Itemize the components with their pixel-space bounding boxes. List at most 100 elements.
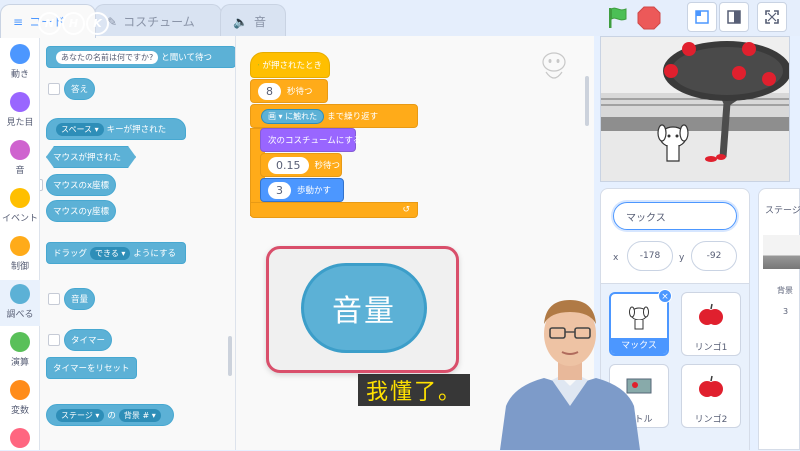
block-palette: あなたの名前は何ですか? と聞いて待つ 答え スペース ▾ キーが押された マウ… xyxy=(40,36,236,450)
timer-label: タイマー xyxy=(71,334,105,346)
operators-dot-icon xyxy=(10,332,30,352)
timer-checkbox[interactable] xyxy=(48,334,60,346)
when-flag-clicked-block[interactable]: が押されたとき xyxy=(250,52,330,78)
touching-block[interactable]: 画 ▾ に触れた xyxy=(261,109,324,124)
timer-block[interactable]: タイマー xyxy=(64,329,112,351)
sprite-tile-label: リンゴ2 xyxy=(682,412,740,425)
myblocks-dot-icon xyxy=(10,428,30,448)
apple-icon xyxy=(742,42,756,56)
next-costume-block[interactable]: 次のコスチュームにする xyxy=(260,128,356,152)
sprite-name-input[interactable]: マックス xyxy=(613,202,737,230)
sprite-ghost-icon xyxy=(536,48,572,88)
tab-costumes[interactable]: ✎ コスチューム xyxy=(94,4,222,38)
answer-block[interactable]: 答え xyxy=(64,78,95,100)
category-myblocks[interactable] xyxy=(0,428,40,451)
move-steps-input[interactable]: 3 xyxy=(268,182,291,199)
key-dropdown[interactable]: スペース ▾ xyxy=(56,123,104,136)
wait-short-block[interactable]: 0.15 秒待つ xyxy=(260,153,342,177)
mouse-y-block[interactable]: マウスのy座標 xyxy=(46,200,116,222)
mouse-y-label: マウスのy座標 xyxy=(53,205,109,217)
backdrop-count: 3 xyxy=(783,307,788,316)
wait-block[interactable]: 8 秒待つ xyxy=(250,79,328,103)
events-dot-icon xyxy=(10,188,30,208)
hat-label: が押されたとき xyxy=(262,59,322,71)
nhk-letter-h: H xyxy=(62,12,85,35)
backdrop-label: 背景 xyxy=(777,285,793,296)
category-variables[interactable]: 変数 xyxy=(0,380,40,416)
loudness-block[interactable]: 音量 xyxy=(64,288,95,310)
ask-and-wait-block[interactable]: あなたの名前は何ですか? と聞いて待つ xyxy=(46,46,236,68)
key-pressed-label: キーが押された xyxy=(107,123,167,135)
looks-dot-icon xyxy=(10,92,30,112)
drag-suffix-label: ようにする xyxy=(133,247,176,259)
apple-icon xyxy=(697,373,725,401)
presenter-image xyxy=(500,286,640,450)
stage-canvas[interactable] xyxy=(600,36,790,182)
y-label: y xyxy=(679,253,684,263)
stage-scene xyxy=(601,37,790,182)
sprite-tile-apple2[interactable]: リンゴ2 xyxy=(681,364,741,428)
category-label: 動き xyxy=(11,70,29,80)
reset-timer-block[interactable]: タイマーをリセット xyxy=(46,357,137,379)
category-label: 調べる xyxy=(6,310,33,320)
category-sound[interactable]: 音 xyxy=(0,140,40,176)
drag-mode-dropdown[interactable]: できる ▾ xyxy=(90,247,130,260)
sprite-tile-apple1[interactable]: リンゴ1 xyxy=(681,292,741,356)
ask-question-input[interactable]: あなたの名前は何ですか? xyxy=(56,51,158,64)
top-bar: ≡ コード ✎ コスチューム 🔈 音 N H K xyxy=(0,0,800,36)
category-events[interactable]: イベント xyxy=(0,188,40,224)
category-operators[interactable]: 演算 xyxy=(0,332,40,368)
apple-icon xyxy=(682,42,696,56)
green-flag-icon[interactable] xyxy=(604,5,630,31)
key-pressed-block[interactable]: スペース ▾ キーが押された xyxy=(46,118,186,140)
code-icon: ≡ xyxy=(13,15,23,29)
answer-checkbox[interactable] xyxy=(48,83,60,95)
delete-sprite-icon[interactable]: × xyxy=(658,289,672,303)
category-control[interactable]: 制御 xyxy=(0,236,40,272)
of-target-dropdown[interactable]: ステージ ▾ xyxy=(56,409,104,422)
wait-short-input[interactable]: 0.15 xyxy=(268,157,309,174)
category-label: 演算 xyxy=(11,358,29,368)
answer-label: 答え xyxy=(71,83,88,95)
normal-stage-button[interactable] xyxy=(719,2,749,32)
sound-dot-icon xyxy=(10,140,30,160)
script-scrollbar[interactable] xyxy=(585,76,589,126)
of-label: の xyxy=(107,409,116,421)
mouse-x-checkbox[interactable] xyxy=(40,179,43,191)
category-looks[interactable]: 見た目 xyxy=(0,92,40,128)
move-steps-block[interactable]: 3 歩動かす xyxy=(260,178,344,202)
y-position-input[interactable]: -92 xyxy=(691,241,737,271)
category-motion[interactable]: 動き xyxy=(0,44,40,80)
repeat-until-block[interactable]: 画 ▾ に触れた まで繰り返す xyxy=(250,104,418,128)
of-block[interactable]: ステージ ▾ の 背景 # ▾ xyxy=(46,404,174,426)
category-sensing[interactable]: 調べる xyxy=(0,280,40,326)
set-drag-mode-block[interactable]: ドラッグ できる ▾ ようにする xyxy=(46,242,186,264)
speaker-icon: 🔈 xyxy=(233,15,248,29)
stage-selector-pane[interactable]: ステージ 背景 3 xyxy=(758,188,800,450)
mouse-x-block[interactable]: マウスのx座標 xyxy=(46,174,116,196)
nhk-watermark: N H K xyxy=(38,12,109,35)
touching-dropdown[interactable]: 画 ▾ xyxy=(268,112,283,121)
category-label: 音 xyxy=(15,166,24,176)
palette-scrollbar[interactable] xyxy=(228,336,232,376)
stop-icon[interactable] xyxy=(636,5,662,31)
small-stage-button[interactable] xyxy=(687,2,717,32)
wait-seconds-input[interactable]: 8 xyxy=(258,83,281,100)
zoom-callout: 音量 xyxy=(266,246,459,373)
sensing-dot-icon xyxy=(10,284,30,304)
reset-timer-label: タイマーをリセット xyxy=(53,362,130,374)
of-property-dropdown[interactable]: 背景 # ▾ xyxy=(119,409,161,422)
green-flag-icon xyxy=(258,60,259,70)
x-position-input[interactable]: -178 xyxy=(627,241,673,271)
mouse-down-block[interactable]: マウスが押された xyxy=(46,146,136,168)
mouse-x-label: マウスのx座標 xyxy=(53,179,109,191)
fullscreen-button[interactable] xyxy=(757,2,787,32)
motion-dot-icon xyxy=(10,44,30,64)
tab-sounds[interactable]: 🔈 音 xyxy=(220,4,286,38)
loudness-checkbox[interactable] xyxy=(48,293,60,305)
loop-arrow-icon: ↺ xyxy=(402,205,410,215)
wait-short-label: 秒待つ xyxy=(315,159,341,171)
tab-sounds-label: 音 xyxy=(254,13,266,30)
next-costume-label: 次のコスチュームにする xyxy=(268,134,361,146)
subtitle-caption: 我懂了。 xyxy=(358,374,470,406)
